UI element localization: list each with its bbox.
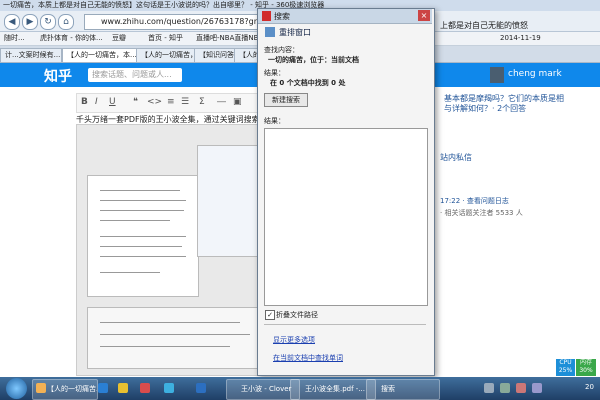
more-options-link[interactable]: 显示更多选项 xyxy=(273,335,315,345)
dialog-title: 搜索 xyxy=(274,12,290,21)
qq-icon[interactable] xyxy=(164,383,174,393)
taskbar-item[interactable]: 王小波全集.pdf -... xyxy=(290,379,376,400)
private-message-link[interactable]: 站内私信 xyxy=(440,152,472,163)
battery-icon[interactable] xyxy=(532,383,542,393)
collapse-path-label[interactable]: 折叠文件路径 xyxy=(276,310,318,320)
bookmark-item[interactable]: 豆瓣 xyxy=(112,32,126,45)
address-bar[interactable]: www.zhihu.com/question/26763178?group_id xyxy=(84,14,272,30)
tab-item-active[interactable]: 【人的一切痛苦，本... xyxy=(62,48,138,62)
taskbar-item-active[interactable]: 搜索 xyxy=(366,379,440,400)
results-label: 结果： xyxy=(264,117,285,125)
start-button[interactable] xyxy=(6,378,27,399)
taskbar-item[interactable]: 【人的一切痛苦... xyxy=(32,379,98,400)
find-in-document-link[interactable]: 在当前文档中查找单词 xyxy=(273,353,343,363)
question-log-link[interactable]: 17:22 · 查看问题日志 xyxy=(440,196,509,206)
image-icon[interactable]: ▣ xyxy=(233,97,242,107)
back-icon[interactable]: ◀ xyxy=(4,14,20,30)
avatar[interactable] xyxy=(490,67,504,83)
pdf-icon xyxy=(262,11,271,21)
embedded-screenshot xyxy=(76,124,268,376)
home-icon[interactable]: ⌂ xyxy=(58,14,74,30)
site-logo[interactable]: 知乎 xyxy=(44,66,72,86)
followers-count: · 相关话题关注者 5533 人 xyxy=(440,209,523,217)
close-icon[interactable]: × xyxy=(418,10,430,21)
cpu-label: CPU xyxy=(559,359,572,366)
cpu-usage-widget: CPU 25% xyxy=(556,359,575,376)
pdf-page-preview xyxy=(87,175,199,297)
collapse-path-checkbox[interactable]: ✓ xyxy=(265,310,275,320)
underline-icon[interactable]: U xyxy=(109,97,116,107)
formula-icon[interactable]: Σ xyxy=(199,97,205,107)
unordered-list-icon[interactable]: ☰ xyxy=(181,97,189,107)
bookmark-item[interactable]: 直播吧-NBA直播NB... xyxy=(196,32,265,45)
question-title-fragment: 上都是对自己无能的愤怒 xyxy=(440,21,528,30)
taskbar-item[interactable]: 王小波 - Clover xyxy=(226,379,300,400)
find-value: 一切的痛苦，位于：当前文档 xyxy=(268,56,359,64)
clock[interactable]: 20 xyxy=(585,383,594,391)
flag-icon[interactable] xyxy=(516,383,526,393)
new-search-button[interactable]: 新建搜索 xyxy=(264,93,308,107)
quote-icon[interactable]: ❝ xyxy=(133,97,138,107)
editor-toolbar: B I U ❝ <> ≡ ☰ Σ ― ▣ xyxy=(76,93,268,113)
arrange-window-button[interactable]: 重排窗口 xyxy=(279,27,311,38)
arrange-window-icon[interactable] xyxy=(265,27,275,37)
results-list[interactable] xyxy=(264,128,428,306)
memory-value: 30% xyxy=(579,367,593,374)
result-label: 结果： xyxy=(264,69,285,77)
user-name[interactable]: cheng mark xyxy=(508,69,562,79)
find-label: 查找内容： xyxy=(264,46,299,54)
tab-item[interactable]: 【知识问答】 xyxy=(194,48,236,62)
memory-label: 内存 xyxy=(579,359,592,366)
bookmark-item[interactable]: 虎扑体育 - 你的体... xyxy=(40,32,103,45)
divider-icon[interactable]: ― xyxy=(217,97,226,107)
code-icon[interactable]: <> xyxy=(147,97,162,107)
bold-icon[interactable]: B xyxy=(81,97,88,107)
italic-icon[interactable]: I xyxy=(95,97,98,107)
pdf-page-preview xyxy=(87,307,259,369)
search-input[interactable]: 搜索话题、问题或人... xyxy=(88,68,182,82)
ordered-list-icon[interactable]: ≡ xyxy=(167,97,175,107)
memory-usage-widget: 内存 30% xyxy=(576,359,596,376)
media-icon[interactable] xyxy=(140,383,150,393)
divider xyxy=(264,324,426,325)
tab-item[interactable]: 【人的一切痛苦，本质上都是对... xyxy=(136,48,196,62)
cpu-value: 25% xyxy=(558,367,573,374)
tab-item[interactable]: 计...文案时候有... xyxy=(0,48,62,62)
refresh-icon[interactable]: ↻ xyxy=(40,14,56,30)
result-value: 在 0 个文档中找到 0 处 xyxy=(270,79,346,87)
url-text: www.zhihu.com/question/26763178?group_id xyxy=(101,17,272,26)
folder-icon[interactable] xyxy=(118,383,128,393)
nested-dialog-preview xyxy=(197,145,259,257)
network-icon[interactable] xyxy=(484,383,494,393)
word-icon[interactable] xyxy=(196,383,206,393)
bookmark-item[interactable]: 首页 - 知乎 xyxy=(148,32,183,45)
ie-icon[interactable] xyxy=(98,383,108,393)
bookmark-date: 2014-11-19 xyxy=(500,34,541,42)
volume-icon[interactable] xyxy=(500,383,510,393)
forward-icon[interactable]: ▶ xyxy=(22,14,38,30)
bookmark-item[interactable]: 随时... xyxy=(4,32,25,45)
related-question-link[interactable]: 与详解如何？· 2个回答 xyxy=(444,103,526,114)
